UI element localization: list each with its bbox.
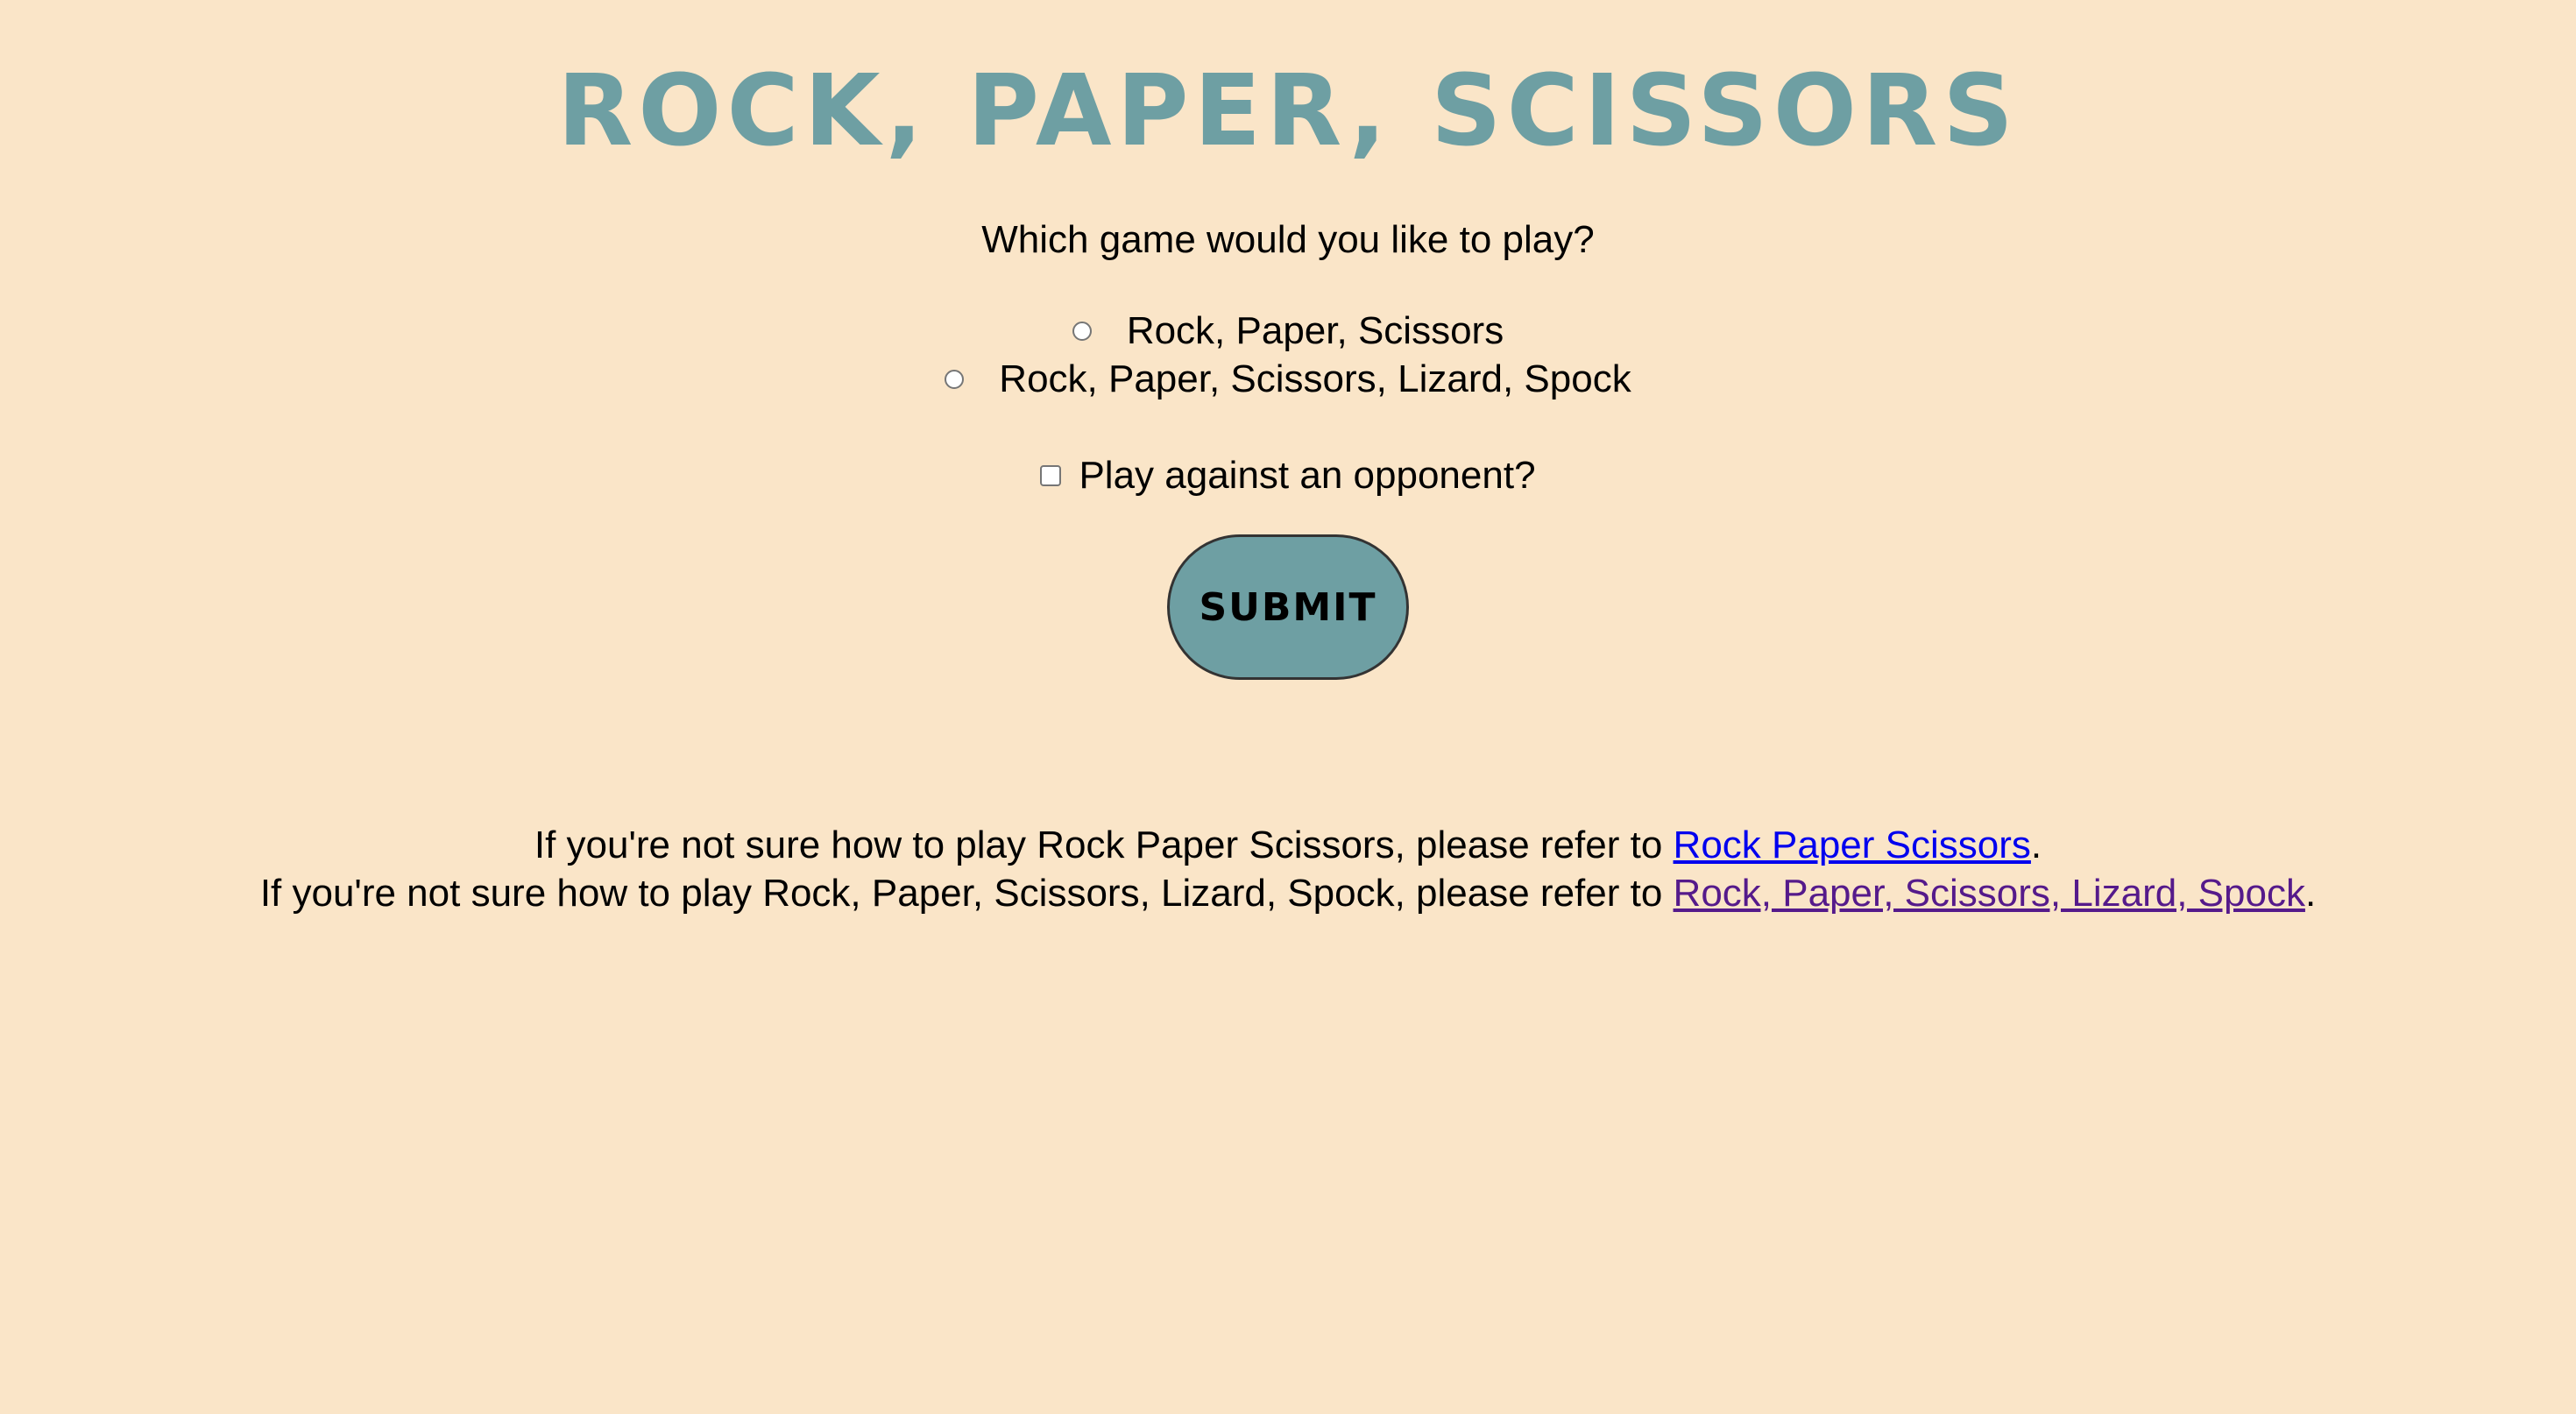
radio-rps[interactable] (1072, 322, 1092, 341)
rps-rules-link[interactable]: Rock Paper Scissors (1674, 824, 2031, 866)
help-rps-suffix: . (2030, 824, 2042, 866)
page: Rock, Paper, Scissors Which game would y… (0, 0, 2576, 1414)
option-rps[interactable]: Rock, Paper, Scissors (0, 307, 2576, 356)
option-rps-label[interactable]: Rock, Paper, Scissors (1127, 307, 1504, 356)
game-question: Which game would you like to play? (981, 218, 1595, 261)
rpsls-rules-link[interactable]: Rock, Paper, Scissors, Lizard, Spock (1674, 872, 2305, 915)
option-rpsls[interactable]: Rock, Paper, Scissors, Lizard, Spock (0, 355, 2576, 404)
option-rpsls-label[interactable]: Rock, Paper, Scissors, Lizard, Spock (999, 355, 1631, 404)
page-title: Rock, Paper, Scissors (557, 54, 2019, 168)
submit-container: SUBMIT (0, 534, 2576, 680)
opponent-checkbox[interactable] (1040, 465, 1062, 486)
help-rps-text: If you're not sure how to play Rock Pape… (534, 824, 1674, 866)
help-rps: If you're not sure how to play Rock Pape… (0, 821, 2576, 870)
help-rpsls-suffix: . (2304, 872, 2317, 915)
help-rpsls-text: If you're not sure how to play Rock, Pap… (259, 872, 1674, 915)
radio-rpsls[interactable] (945, 370, 965, 389)
help-rpsls: If you're not sure how to play Rock, Pap… (0, 869, 2576, 918)
opponent-option[interactable]: Play against an opponent? (0, 451, 2576, 500)
submit-button[interactable]: SUBMIT (1167, 534, 1409, 680)
opponent-label[interactable]: Play against an opponent? (1079, 451, 1535, 500)
